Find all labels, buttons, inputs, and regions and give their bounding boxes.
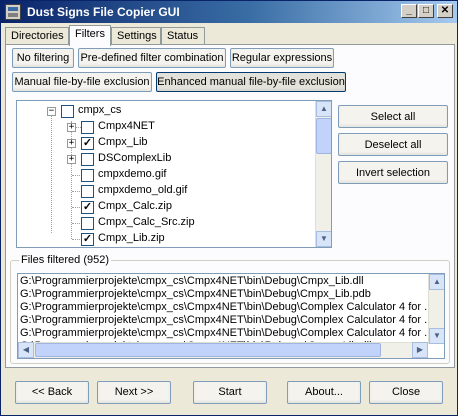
tab-status[interactable]: Status <box>161 27 205 45</box>
tree-item-checkbox[interactable] <box>81 153 94 166</box>
tree-item[interactable]: cmpxdemo.gif <box>17 167 317 183</box>
collapse-icon[interactable]: − <box>47 107 56 116</box>
tree-connector <box>72 207 80 208</box>
tree-item[interactable]: + Cmpx4NET <box>17 119 317 135</box>
tree-item-label: Cmpx_Calc_Src.zip <box>98 216 195 228</box>
start-button[interactable]: Start <box>193 381 267 404</box>
scroll-left-icon[interactable]: ◀ <box>18 342 34 358</box>
tab-strip: Directories Filters Settings Status <box>5 25 455 46</box>
scroll-up-icon[interactable]: ▲ <box>429 274 444 290</box>
tree-item-label: Cmpx4NET <box>98 120 155 132</box>
regular-expressions-button[interactable]: Regular expressions <box>230 48 334 68</box>
tree-item[interactable]: ✓ Cmpx_Lib.zip <box>17 231 317 247</box>
scroll-thumb[interactable] <box>316 118 331 154</box>
tree-item-label: cmpx_cs <box>78 104 122 116</box>
tree-item-checkbox[interactable]: ✓ <box>81 201 94 214</box>
deselect-all-button[interactable]: Deselect all <box>338 133 448 156</box>
tree-item[interactable]: + ✓ Cmpx_Lib <box>17 135 317 151</box>
invert-selection-button[interactable]: Invert selection <box>338 161 448 184</box>
files-filtered-group: Files filtered (952) G:\Programmierproje… <box>10 254 450 364</box>
scroll-down-icon[interactable]: ▼ <box>316 231 331 247</box>
tree-item-checkbox[interactable] <box>81 185 94 198</box>
tree-item-label: cmpxdemo.gif <box>98 168 167 180</box>
tree-connector <box>72 175 80 176</box>
tree-item-checkbox[interactable]: ✓ <box>81 233 94 246</box>
tab-filters[interactable]: Filters <box>69 25 111 46</box>
list-item[interactable]: G:\Programmierprojekte\cmpx_cs\Cmpx4NET\… <box>20 288 428 301</box>
expand-icon[interactable]: + <box>67 139 76 148</box>
expand-icon[interactable]: + <box>67 123 76 132</box>
scroll-right-icon[interactable]: ▶ <box>412 342 428 358</box>
tree-item-label: Cmpx_Calc.zip <box>98 200 172 212</box>
close-window-button[interactable]: ✕ <box>437 4 453 18</box>
back-button[interactable]: << Back <box>15 381 89 404</box>
tree-item-checkbox[interactable] <box>81 169 94 182</box>
tree-item[interactable]: − cmpx_cs <box>17 103 317 119</box>
tree-item-label: DSComplexLib <box>98 152 172 164</box>
tree-item-label: Cmpx_Lib <box>98 136 148 148</box>
manual-exclusion-button[interactable]: Manual file-by-file exclusion <box>12 72 152 92</box>
tab-directories[interactable]: Directories <box>5 27 69 45</box>
expand-icon[interactable]: + <box>67 155 76 164</box>
tab-settings[interactable]: Settings <box>111 27 161 45</box>
tree-item-checkbox[interactable] <box>61 105 74 118</box>
tree-vertical-scrollbar[interactable]: ▲ ▼ <box>315 101 331 247</box>
about-button[interactable]: About... <box>287 381 361 404</box>
list-item[interactable]: G:\Programmierprojekte\cmpx_cs\Cmpx4NET\… <box>20 301 428 314</box>
list-item[interactable]: G:\Programmierprojekte\cmpx_cs\Cmpx4NET\… <box>20 327 428 340</box>
tree-item[interactable]: cmpxdemo_old.gif <box>17 183 317 199</box>
tree-connector <box>72 191 80 192</box>
tree-item-label: Cmpx_Lib.zip <box>98 232 165 244</box>
tree-item[interactable]: ✓ Cmpx_Calc.zip <box>17 199 317 215</box>
tree-item[interactable]: + DSComplexLib <box>17 151 317 167</box>
tree-connector <box>72 223 80 224</box>
filters-panel: No filtering Pre-defined filter combinat… <box>5 44 455 368</box>
list-vertical-scrollbar[interactable]: ▲ ▼ <box>428 274 444 344</box>
files-filtered-legend: Files filtered (952) <box>19 254 112 266</box>
close-button[interactable]: Close <box>369 381 443 404</box>
scroll-up-icon[interactable]: ▲ <box>316 101 331 117</box>
tree-item-checkbox[interactable]: ✓ <box>81 137 94 150</box>
app-icon[interactable] <box>5 4 21 20</box>
files-filtered-list[interactable]: G:\Programmierprojekte\cmpx_cs\Cmpx4NET\… <box>17 273 445 359</box>
list-item[interactable]: G:\Programmierprojekte\cmpx_cs\Cmpx4NET\… <box>20 275 428 288</box>
scroll-thumb[interactable] <box>35 343 381 357</box>
tree-item-checkbox[interactable] <box>81 121 94 134</box>
predefined-filter-button[interactable]: Pre-defined filter combination <box>78 48 226 68</box>
tree-item-checkbox[interactable] <box>81 217 94 230</box>
tree-item[interactable]: Cmpx_Calc_Src.zip <box>17 215 317 231</box>
no-filtering-button[interactable]: No filtering <box>12 48 74 68</box>
file-tree[interactable]: − cmpx_cs + Cmpx4NET + ✓ Cmpx_Lib + DSCo… <box>16 100 332 248</box>
maximize-button[interactable]: □ <box>418 4 434 18</box>
select-all-button[interactable]: Select all <box>338 105 448 128</box>
title-bar[interactable]: Dust Signs File Copier GUI _ □ ✕ <box>1 1 457 23</box>
window-title: Dust Signs File Copier GUI <box>27 5 180 19</box>
enhanced-manual-exclusion-button[interactable]: Enhanced manual file-by-file exclusion <box>156 72 346 92</box>
scroll-down-icon[interactable]: ▼ <box>429 328 444 344</box>
list-horizontal-scrollbar[interactable]: ◀ ▶ <box>18 342 428 358</box>
list-item[interactable]: G:\Programmierprojekte\cmpx_cs\Cmpx4NET\… <box>20 314 428 327</box>
tree-connector <box>72 239 80 240</box>
next-button[interactable]: Next >> <box>97 381 171 404</box>
tree-item-label: cmpxdemo_old.gif <box>98 184 188 196</box>
minimize-button[interactable]: _ <box>401 4 417 18</box>
main-window: Dust Signs File Copier GUI _ □ ✕ Directo… <box>0 0 458 416</box>
